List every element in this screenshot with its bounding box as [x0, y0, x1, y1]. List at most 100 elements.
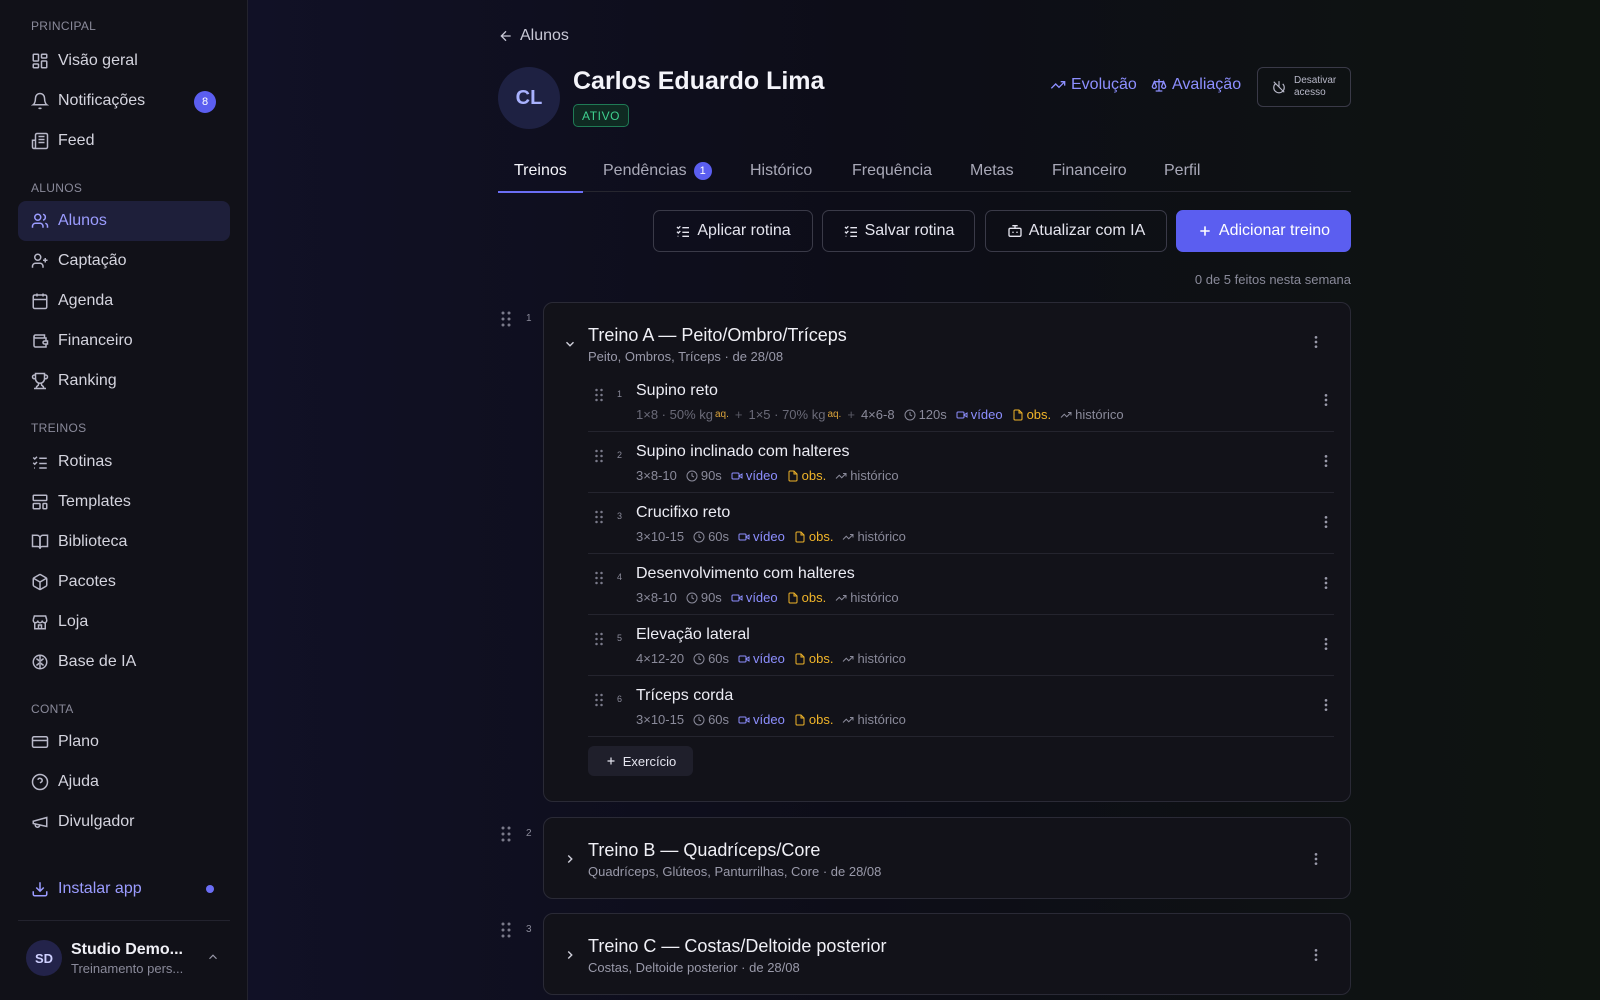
- tab-metas[interactable]: Metas: [970, 150, 1014, 192]
- tab-historico[interactable]: Histórico: [750, 150, 812, 192]
- install-app-button[interactable]: Instalar app: [18, 869, 230, 909]
- workout-card-b[interactable]: Treino B — Quadríceps/Core Quadríceps, G…: [543, 817, 1351, 899]
- evolution-label: Evolução: [1071, 76, 1137, 93]
- history-link[interactable]: histórico: [842, 712, 906, 727]
- assessment-label: Avaliação: [1172, 76, 1242, 93]
- user-menu[interactable]: SD Studio Demo... Treinamento pers...: [18, 933, 230, 983]
- drag-handle-icon[interactable]: [594, 693, 604, 707]
- update-with-ai-button[interactable]: Atualizar com IA: [985, 210, 1167, 252]
- more-vertical-icon[interactable]: [1318, 636, 1334, 652]
- sidebar-item-templates[interactable]: Templates: [18, 482, 230, 522]
- drag-handle-icon[interactable]: [500, 922, 512, 938]
- history-link[interactable]: histórico: [1060, 407, 1124, 422]
- list-checks-icon: [32, 456, 47, 469]
- sidebar-item-ajuda[interactable]: Ajuda: [18, 762, 230, 802]
- chevron-right-icon[interactable]: [563, 852, 577, 866]
- sidebar-item-biblioteca[interactable]: Biblioteca: [18, 522, 230, 562]
- newspaper-icon: [31, 132, 49, 150]
- more-vertical-icon[interactable]: [1308, 334, 1324, 350]
- history-link[interactable]: histórico: [842, 529, 906, 544]
- exercise-row[interactable]: 1 Supino reto 1×8 · 50% kg aq. + 1×5 · 70…: [588, 372, 1334, 432]
- more-vertical-icon[interactable]: [1318, 697, 1334, 713]
- sidebar-item-agenda[interactable]: Agenda: [18, 281, 230, 321]
- assessment-link[interactable]: Avaliação: [1151, 76, 1241, 94]
- exercise-row[interactable]: 5 Elevação lateral 4×12-20 60s vídeo obs…: [588, 616, 1334, 676]
- notes-link[interactable]: obs.: [787, 590, 826, 605]
- chevron-right-icon[interactable]: [563, 948, 577, 962]
- video-link[interactable]: vídeo: [731, 468, 778, 483]
- exercise-row[interactable]: 2 Supino inclinado com halteres 3×8-10 9…: [588, 433, 1334, 493]
- deactivate-access-button[interactable]: Desativar acesso: [1257, 67, 1351, 107]
- drag-handle-icon[interactable]: [594, 388, 604, 402]
- history-link[interactable]: histórico: [835, 468, 899, 483]
- sidebar-item-pacotes[interactable]: Pacotes: [18, 562, 230, 602]
- sidebar-item-financeiro[interactable]: Financeiro: [18, 321, 230, 361]
- video-link[interactable]: vídeo: [738, 651, 785, 666]
- drag-handle-icon[interactable]: [594, 449, 604, 463]
- apply-routine-button[interactable]: Aplicar rotina: [653, 210, 813, 252]
- clock-icon: [693, 714, 705, 725]
- sidebar-item-base-de-ia[interactable]: Base de IA: [18, 642, 230, 682]
- more-vertical-icon[interactable]: [1318, 575, 1334, 591]
- book-open-icon: [31, 534, 49, 549]
- drag-handle-icon[interactable]: [594, 510, 604, 524]
- notes-link[interactable]: obs.: [1012, 407, 1051, 422]
- workout-card-c[interactable]: Treino C — Costas/Deltoide posterior Cos…: [543, 913, 1351, 995]
- notes-link[interactable]: obs.: [794, 651, 833, 666]
- tab-financeiro[interactable]: Financeiro: [1052, 150, 1127, 192]
- sidebar-item-plano[interactable]: Plano: [18, 722, 230, 762]
- warmup-tag: aq.: [714, 409, 729, 420]
- store-icon: [32, 615, 48, 630]
- video-link[interactable]: vídeo: [731, 590, 778, 605]
- more-vertical-icon[interactable]: [1318, 392, 1334, 408]
- tab-perfil[interactable]: Perfil: [1164, 150, 1200, 192]
- back-link[interactable]: Alunos: [498, 27, 569, 45]
- drag-handle-icon[interactable]: [594, 571, 604, 585]
- add-workout-label: Adicionar treino: [1218, 222, 1331, 239]
- sidebar-item-ranking[interactable]: Ranking: [18, 361, 230, 401]
- notes-link[interactable]: obs.: [787, 468, 826, 483]
- sidebar-item-visao-geral[interactable]: Visão geral: [18, 41, 230, 81]
- sidebar-item-label: Ranking: [58, 372, 117, 389]
- more-vertical-icon[interactable]: [1318, 514, 1334, 530]
- workout-title[interactable]: Treino A — Peito/Ombro/Tríceps: [588, 325, 847, 346]
- video-link[interactable]: vídeo: [956, 407, 1003, 422]
- more-vertical-icon[interactable]: [1318, 453, 1334, 469]
- exercise-row[interactable]: 6 Tríceps corda 3×10-15 60s vídeo obs. h…: [588, 677, 1334, 737]
- sidebar-item-divulgador[interactable]: Divulgador: [18, 802, 230, 842]
- notes-link[interactable]: obs.: [794, 529, 833, 544]
- chevron-down-icon[interactable]: [563, 337, 577, 351]
- notes-link[interactable]: obs.: [794, 712, 833, 727]
- clock-icon: [686, 592, 698, 603]
- user-subtitle: Treinamento pers...: [71, 960, 184, 976]
- file-note-icon: [788, 592, 798, 603]
- evolution-link[interactable]: Evolução: [1050, 76, 1137, 94]
- add-workout-button[interactable]: Adicionar treino: [1176, 210, 1351, 252]
- add-exercise-button[interactable]: Exercício: [588, 746, 693, 776]
- drag-handle-icon[interactable]: [500, 311, 512, 327]
- sidebar-item-notificacoes[interactable]: Notificações 8: [18, 81, 230, 121]
- sidebar-item-rotinas[interactable]: Rotinas: [18, 442, 230, 482]
- sidebar-item-label: Visão geral: [58, 52, 138, 69]
- sidebar-item-captacao[interactable]: Captação: [18, 241, 230, 281]
- history-link[interactable]: histórico: [842, 651, 906, 666]
- save-routine-button[interactable]: Salvar rotina: [822, 210, 975, 252]
- sidebar-item-feed[interactable]: Feed: [18, 121, 230, 161]
- more-vertical-icon[interactable]: [1308, 851, 1324, 867]
- rest-time: 90s: [686, 590, 722, 605]
- tab-treinos[interactable]: Treinos: [498, 150, 583, 193]
- video-link[interactable]: vídeo: [738, 712, 785, 727]
- sidebar-item-alunos[interactable]: Alunos: [18, 201, 230, 241]
- exercise-row[interactable]: 3 Crucifixo reto 3×10-15 60s vídeo obs. …: [588, 494, 1334, 554]
- tab-frequencia[interactable]: Frequência: [852, 150, 932, 192]
- drag-handle-icon[interactable]: [594, 632, 604, 646]
- tab-pendencias[interactable]: Pendências 1: [603, 150, 712, 192]
- drag-handle-icon[interactable]: [500, 826, 512, 842]
- credit-card-icon: [31, 736, 49, 748]
- sidebar-item-loja[interactable]: Loja: [18, 602, 230, 642]
- video-link[interactable]: vídeo: [738, 529, 785, 544]
- history-link[interactable]: histórico: [835, 590, 899, 605]
- more-vertical-icon[interactable]: [1308, 947, 1324, 963]
- brain-icon: [32, 654, 48, 670]
- exercise-row[interactable]: 4 Desenvolvimento com halteres 3×8-10 90…: [588, 555, 1334, 615]
